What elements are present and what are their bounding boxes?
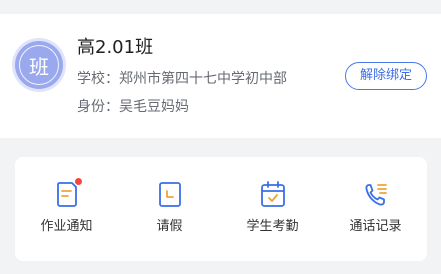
page: 班 高2.01班 学校：郑州市第四十七中学初中部 身份：吴毛豆妈妈 解除绑定 作…: [0, 0, 441, 274]
class-title: 高2.01班: [77, 37, 154, 58]
identity-info: 身份：吴毛豆妈妈: [77, 99, 189, 115]
class-card[interactable]: 班 高2.01班 学校：郑州市第四十七中学初中部 身份：吴毛豆妈妈 解除绑定: [0, 14, 441, 138]
homework-badge-dot: [75, 178, 82, 185]
function-label: 学生考勤: [246, 219, 299, 234]
function-label: 作业通知: [40, 219, 93, 234]
unbind-button[interactable]: 解除绑定: [345, 62, 427, 90]
function-call-records[interactable]: 通话记录: [324, 157, 427, 261]
school-info: 学校：郑州市第四十七中学初中部: [77, 71, 287, 87]
attendance-calendar-icon: [259, 179, 287, 209]
class-avatar-char: 班: [19, 45, 59, 85]
function-attendance[interactable]: 学生考勤: [221, 157, 324, 261]
leave-request-icon: [156, 179, 184, 209]
function-grid: 作业通知 请假 学生考勤 通话记录: [15, 157, 427, 261]
function-label: 请假: [156, 219, 183, 234]
function-label: 通话记录: [349, 219, 402, 234]
class-avatar: 班: [15, 41, 63, 89]
call-records-icon: [362, 179, 390, 209]
function-homework-notice[interactable]: 作业通知: [15, 157, 118, 261]
function-leave-request[interactable]: 请假: [118, 157, 221, 261]
